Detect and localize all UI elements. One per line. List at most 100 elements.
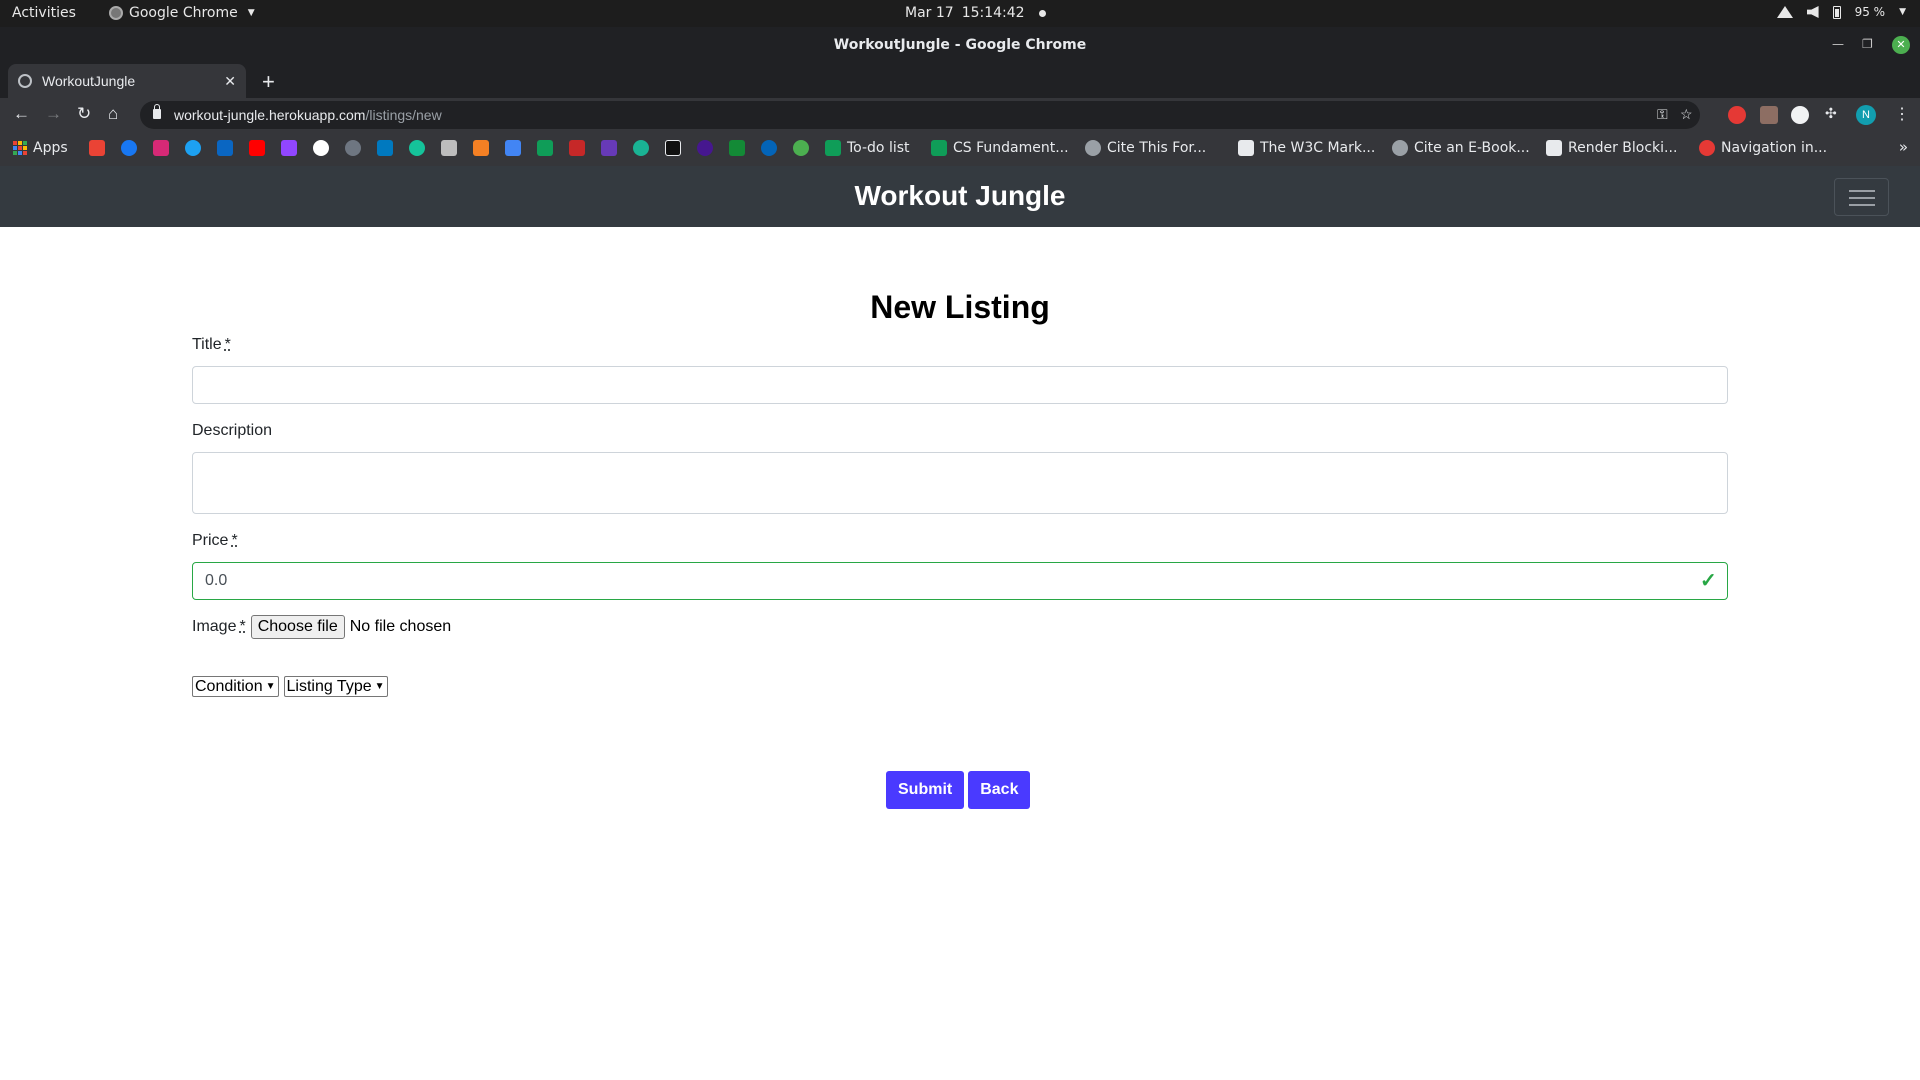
- gmail-icon[interactable]: [89, 140, 105, 156]
- bookmark-apps[interactable]: Apps: [13, 140, 68, 156]
- forward-arrow-icon[interactable]: →: [45, 104, 62, 124]
- star-icon[interactable]: ☆: [1680, 106, 1693, 123]
- listing-type-select[interactable]: Listing Type ▼: [283, 676, 388, 697]
- caret-down-icon: ▼: [247, 8, 255, 18]
- notification-dot-icon: [1038, 9, 1046, 17]
- hamburger-line: [1849, 197, 1875, 199]
- forms-icon[interactable]: [601, 140, 617, 156]
- activities-button[interactable]: Activities: [12, 5, 76, 21]
- google-icon[interactable]: [313, 140, 329, 156]
- bookmark-navigation[interactable]: Navigation in...: [1699, 140, 1827, 156]
- overleaf-icon[interactable]: [729, 140, 745, 156]
- image-field: Image * Choose file No file chosen: [192, 615, 451, 639]
- globe-icon: [1392, 140, 1408, 156]
- image-label-text: Image: [192, 618, 237, 635]
- site-navbar: Workout Jungle: [0, 166, 1920, 227]
- grammarly-icon[interactable]: [409, 140, 425, 156]
- url-host: workout-jungle.herokuapp.com: [174, 107, 366, 123]
- extension-printer-icon[interactable]: [1760, 106, 1778, 124]
- tab-strip: WorkoutJungle ✕ +: [0, 64, 1920, 98]
- tray-caret-icon: ▼: [1899, 7, 1906, 17]
- stackoverflow-icon[interactable]: [473, 140, 489, 156]
- condition-select[interactable]: Condition ▼: [192, 676, 279, 697]
- battery-percent: 95 %: [1854, 5, 1886, 19]
- bookmark-w3c[interactable]: The W3C Mark...: [1238, 140, 1375, 156]
- bookmark-cite-ebook[interactable]: Cite an E-Book...: [1392, 140, 1530, 156]
- profile-avatar[interactable]: N: [1856, 105, 1876, 125]
- home-icon[interactable]: ⌂: [108, 104, 118, 124]
- youtube-icon[interactable]: [249, 140, 265, 156]
- calendar-icon[interactable]: [569, 140, 585, 156]
- linkedin-icon[interactable]: [217, 140, 233, 156]
- menu-kebab-icon[interactable]: ⋮: [1894, 104, 1910, 124]
- extensions-puzzle-icon[interactable]: ✣: [1825, 105, 1837, 122]
- back-button[interactable]: Back: [968, 771, 1031, 809]
- docs-icon[interactable]: [505, 140, 521, 156]
- title-label: Title *: [192, 336, 231, 354]
- clock-date: Mar 17: [905, 5, 954, 21]
- bookmark-render-blocking[interactable]: Render Blocki...: [1546, 140, 1677, 156]
- title-input[interactable]: [192, 366, 1728, 404]
- app-menu[interactable]: Google Chrome ▼: [109, 5, 255, 21]
- file-status: No file chosen: [349, 618, 452, 635]
- github-icon[interactable]: [345, 140, 361, 156]
- bookmark-cs-fundamentals[interactable]: CS Fundament...: [931, 140, 1069, 156]
- reload-icon[interactable]: ↻: [77, 104, 91, 124]
- minimize-icon[interactable]: —: [1832, 37, 1844, 51]
- address-bar[interactable]: workout-jungle.herokuapp.com/listings/ne…: [140, 101, 1700, 129]
- sheets-icon: [825, 140, 841, 156]
- kite-icon[interactable]: [633, 140, 649, 156]
- extension-white-icon[interactable]: [1791, 106, 1809, 124]
- sheets-icon: [931, 140, 947, 156]
- bookmark-label: Render Blocki...: [1568, 140, 1678, 156]
- wifi-icon: [1776, 6, 1793, 18]
- price-input[interactable]: [192, 562, 1728, 600]
- bookmarks-bar: Apps To-do list CS Fundament... Cite Thi…: [0, 132, 1920, 166]
- system-tray[interactable]: 95 % ▼: [1776, 5, 1906, 19]
- bookmark-label: The W3C Mark...: [1260, 140, 1376, 156]
- app-menu-label: Google Chrome: [129, 5, 238, 21]
- clock[interactable]: Mar 17 15:14:42: [905, 5, 1046, 21]
- url-path: /listings/new: [365, 107, 442, 123]
- bookmark-apps-label: Apps: [33, 140, 68, 156]
- tab-close-icon[interactable]: ✕: [224, 73, 236, 90]
- site-brand[interactable]: Workout Jungle: [0, 180, 1920, 212]
- sheets-icon[interactable]: [537, 140, 553, 156]
- navbar-toggler-button[interactable]: [1834, 178, 1889, 216]
- kahoot-icon[interactable]: [697, 140, 713, 156]
- description-textarea[interactable]: [192, 452, 1728, 514]
- choose-file-button[interactable]: Choose file: [250, 615, 345, 639]
- onedrive-icon[interactable]: [761, 140, 777, 156]
- asterisk-icon: [1699, 140, 1715, 156]
- new-tab-icon[interactable]: +: [262, 69, 275, 95]
- back-arrow-icon[interactable]: ←: [13, 104, 30, 124]
- extension-red-icon[interactable]: [1728, 106, 1746, 124]
- twitch-icon[interactable]: [281, 140, 297, 156]
- tab-workoutjungle[interactable]: WorkoutJungle ✕: [8, 64, 246, 98]
- notes-icon[interactable]: [441, 140, 457, 156]
- page-content: New Listing Title* Description Price* ✓ …: [0, 227, 1920, 1080]
- facebook-icon[interactable]: [121, 140, 137, 156]
- shield-icon[interactable]: [793, 140, 809, 156]
- chrome-icon: [109, 6, 123, 20]
- restore-icon[interactable]: ❐: [1862, 37, 1873, 51]
- bookmark-cite-this-for[interactable]: Cite This For...: [1085, 140, 1206, 156]
- apps-grid-icon: [13, 141, 27, 155]
- lock-icon[interactable]: [153, 104, 161, 119]
- window-close-icon[interactable]: ✕: [1892, 36, 1910, 54]
- price-label-text: Price: [192, 532, 229, 549]
- listing-type-select-value: Listing Type: [286, 677, 372, 695]
- bookmark-todo[interactable]: To-do list: [825, 140, 910, 156]
- notion-icon[interactable]: [665, 140, 681, 156]
- key-icon[interactable]: ⚿: [1657, 106, 1668, 123]
- instagram-icon[interactable]: [153, 140, 169, 156]
- chevron-down-icon: ▼: [374, 681, 385, 692]
- trello-icon[interactable]: [377, 140, 393, 156]
- select-row: Condition ▼ Listing Type ▼: [192, 676, 388, 697]
- volume-icon: [1806, 6, 1819, 18]
- twitter-icon[interactable]: [185, 140, 201, 156]
- required-marker: *: [239, 618, 246, 635]
- bookmarks-overflow-icon[interactable]: »: [1899, 138, 1908, 156]
- url-text[interactable]: workout-jungle.herokuapp.com/listings/ne…: [174, 107, 442, 123]
- submit-button[interactable]: Submit: [886, 771, 965, 809]
